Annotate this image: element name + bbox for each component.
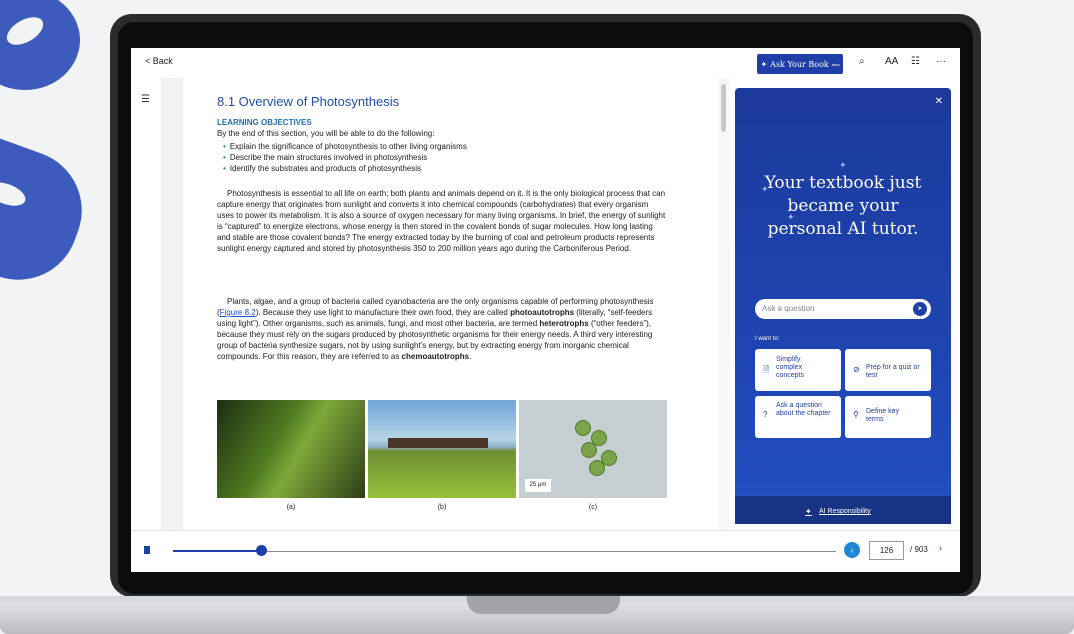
- ask-your-book-label: Ask Your Book: [770, 59, 829, 69]
- i-want-to-label: I want to:: [755, 336, 780, 342]
- progress-handle[interactable]: [256, 545, 267, 556]
- more-menu-icon[interactable]: ···: [936, 56, 946, 67]
- option-label: Ask a question about the chapter: [776, 402, 831, 417]
- scale-bar: 25 μm: [525, 479, 551, 492]
- decorative-shape: [0, 133, 99, 297]
- section-title: 8.1 Overview of Photosynthesis: [217, 94, 400, 109]
- term-bold: heterotrophs: [539, 319, 589, 328]
- laptop-notch: [467, 596, 620, 614]
- table-of-contents-icon[interactable]: ☰: [141, 94, 150, 105]
- input-placeholder: Ask a question: [762, 304, 815, 313]
- left-rail: ☰: [131, 78, 161, 530]
- book-search-icon: ⚲: [853, 410, 859, 419]
- ask-question-input[interactable]: Ask a question ➤: [755, 299, 931, 319]
- scrollbar-thumb[interactable]: [721, 84, 726, 132]
- app-screen: < Back ✦ Ask Your Book beta ⌕ AA ☷ ··· ☰…: [131, 48, 960, 572]
- option-define-terms[interactable]: ⚲ Define key terms: [845, 396, 931, 438]
- ai-tutor-panel: ✕ ✦ ✦ ✦ Your textbook just became your p…: [735, 88, 951, 524]
- option-ask-question[interactable]: ? Ask a question about the chapter: [755, 396, 841, 438]
- fern-image: [217, 400, 365, 498]
- paragraph: Plants, algae, and a group of bacteria c…: [217, 296, 667, 362]
- ask-your-book-button[interactable]: ✦ Ask Your Book beta: [757, 54, 843, 74]
- bottom-navigation: ‹ 126 / 903 ›: [131, 530, 960, 572]
- top-toolbar: < Back ✦ Ask Your Book beta ⌕ AA ☷ ···: [131, 48, 960, 78]
- ai-panel-footer: ✦ AI Responsibility: [735, 495, 951, 524]
- algae-pier-image: [368, 400, 516, 498]
- document-icon: 🗎: [763, 365, 770, 374]
- progress-fill: [173, 550, 263, 552]
- sparkle-icon: ✦: [839, 160, 847, 170]
- page-gutter: [161, 78, 183, 530]
- decorative-shape: [0, 0, 80, 90]
- figure-caption: (a): [286, 504, 296, 511]
- paragraph-text: ). Because they use light to manufacture…: [255, 308, 511, 317]
- list-item: Identify the substrates and products of …: [223, 163, 467, 174]
- search-icon[interactable]: ⌕: [859, 56, 865, 67]
- scrollbar[interactable]: [719, 78, 729, 530]
- back-button[interactable]: < Back: [145, 56, 173, 66]
- list-item: Describe the main structures involved in…: [223, 152, 467, 163]
- sparkle-icon: ✦: [805, 507, 812, 516]
- term-bold: photoautotrophs: [510, 308, 575, 317]
- question-circle-icon: ?: [763, 410, 768, 419]
- next-page-button[interactable]: ›: [939, 543, 942, 553]
- ai-responsibility-link[interactable]: AI Responsibility: [819, 508, 871, 515]
- objectives-heading: LEARNING OBJECTIVES: [217, 118, 312, 127]
- option-prep-quiz[interactable]: ⊘ Prep for a quiz or test: [845, 349, 931, 391]
- reading-pane: 8.1 Overview of Photosynthesis LEARNING …: [183, 78, 717, 530]
- notes-icon[interactable]: ☷: [911, 56, 920, 67]
- page-total: / 903: [910, 545, 928, 554]
- term-bold: chemoautotrophs: [401, 352, 470, 361]
- page-number-input[interactable]: 126: [869, 541, 904, 560]
- paragraph-text: .: [469, 352, 472, 361]
- objectives-list: Explain the significance of photosynthes…: [223, 141, 467, 174]
- option-label: Define key terms: [866, 408, 900, 423]
- send-icon[interactable]: ➤: [913, 302, 927, 316]
- objectives-intro: By the end of this section, you will be …: [217, 129, 435, 138]
- option-label: Simplify complex concepts: [776, 356, 805, 379]
- ai-headline: Your textbook just became your personal …: [764, 173, 922, 239]
- previous-page-button[interactable]: ‹: [844, 542, 860, 558]
- figure-caption: (c): [588, 504, 598, 511]
- list-item: Explain the significance of photosynthes…: [223, 141, 467, 152]
- figure-caption: (b): [437, 504, 447, 511]
- text-size-icon[interactable]: AA: [885, 56, 898, 67]
- option-label: Prep for a quiz or test: [866, 364, 920, 379]
- sparkle-icon: ✦: [760, 59, 768, 69]
- progress-track[interactable]: [173, 551, 836, 552]
- bookmark-icon[interactable]: [144, 546, 150, 554]
- paragraph: Photosynthesis is essential to all life …: [217, 189, 666, 253]
- check-circle-icon: ⊘: [853, 365, 860, 374]
- close-icon[interactable]: ✕: [935, 96, 943, 107]
- beta-badge: beta: [831, 61, 840, 67]
- figure-link[interactable]: Figure 8.2: [220, 308, 256, 317]
- option-simplify-concepts[interactable]: 🗎 Simplify complex concepts: [755, 349, 841, 391]
- cyanobacteria-image: 25 μm: [519, 400, 667, 498]
